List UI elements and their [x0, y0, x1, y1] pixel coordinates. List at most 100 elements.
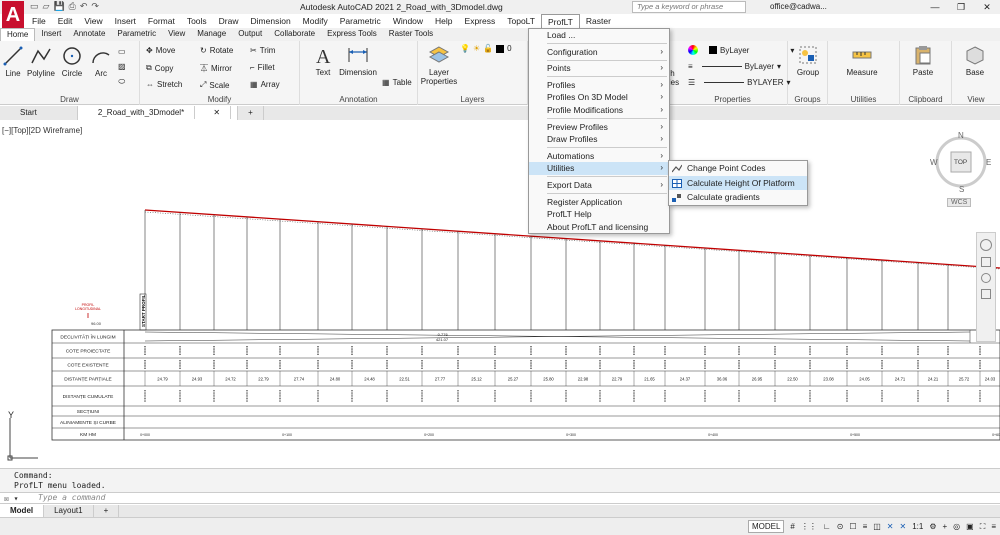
clean-screen-icon[interactable]: ⛶: [980, 522, 986, 532]
view-panel-title[interactable]: View: [952, 95, 1000, 104]
maximize-button[interactable]: ❐: [948, 0, 974, 14]
circle-button[interactable]: Circle: [60, 45, 84, 78]
lineweight-dropdown[interactable]: ≡ ByLayer ▾: [688, 62, 781, 71]
tab-collaborate[interactable]: Collaborate: [268, 28, 321, 41]
proflt-menu-item-about-proflt-and-licensing[interactable]: About ProfLT and licensing: [529, 221, 669, 234]
lineweight-toggle-icon[interactable]: ≡: [863, 522, 868, 531]
layer-properties-button[interactable]: Layer Properties: [420, 44, 458, 86]
color-dropdown[interactable]: ByLayer ▾: [688, 45, 794, 55]
tab-annotate[interactable]: Annotate: [67, 28, 111, 41]
polar-icon[interactable]: ⊙: [837, 522, 844, 531]
drawing-canvas[interactable]: START PROFILPROFILLONGITUDINAL96.00DECLI…: [0, 120, 1000, 465]
hardware-accel-icon[interactable]: ▣: [966, 522, 974, 531]
steering-wheel-icon[interactable]: [980, 239, 992, 251]
transparency-icon[interactable]: ◫: [873, 522, 881, 531]
groups-panel-title[interactable]: Groups: [788, 95, 827, 104]
line-button[interactable]: Line: [2, 45, 24, 78]
proflt-menu-item-load[interactable]: Load ...: [529, 29, 669, 42]
proflt-menu-item-utilities[interactable]: Utilities ›: [529, 162, 669, 175]
file-tab-drawing[interactable]: 2_Road_with_3Dmodel* ✕: [77, 106, 239, 120]
command-input[interactable]: Type a command: [38, 493, 105, 502]
menu-help[interactable]: Help: [429, 14, 458, 28]
plot-icon[interactable]: ⎙: [69, 1, 76, 12]
zoom-icon[interactable]: [981, 273, 991, 283]
array-button[interactable]: ▦ Array: [250, 80, 280, 89]
plus-icon[interactable]: +: [943, 522, 948, 531]
close-button[interactable]: ✕: [974, 0, 1000, 14]
gear-icon[interactable]: ⚙: [929, 522, 936, 531]
utilities-item-calculate-height-of-platform[interactable]: Calculate Height Of Platform: [669, 175, 807, 190]
utilities-panel-title[interactable]: Utilities: [828, 95, 899, 104]
search-input[interactable]: Type a keyword or phrase: [632, 1, 746, 13]
modify-panel-title[interactable]: Modify: [140, 95, 299, 104]
viewcube-east[interactable]: E: [986, 158, 991, 167]
proflt-menu-item-proflt-help[interactable]: ProfLT Help: [529, 208, 669, 221]
scale-button[interactable]: ⤢ Scale: [200, 80, 229, 90]
proflt-menu-item-preview-profiles[interactable]: Preview Profiles ›: [529, 121, 669, 134]
viewcube-south[interactable]: S: [959, 185, 964, 194]
polyline-button[interactable]: Polyline: [26, 45, 56, 78]
proflt-menu-item-profiles[interactable]: Profiles ›: [529, 79, 669, 92]
tab-output[interactable]: Output: [232, 28, 268, 41]
isolate-icon[interactable]: ◎: [953, 522, 960, 531]
proflt-menu-item-profiles-on-3d-model[interactable]: Profiles On 3D Model ›: [529, 91, 669, 104]
command-customize-icon[interactable]: ☒ ▾: [4, 494, 18, 504]
tab-insert[interactable]: Insert: [35, 28, 67, 41]
tab-express-tools[interactable]: Express Tools: [321, 28, 383, 41]
annotation-panel-title[interactable]: Annotation: [300, 95, 417, 104]
proflt-menu-item-draw-profiles[interactable]: Draw Profiles ›: [529, 133, 669, 146]
ortho-icon[interactable]: ∟: [823, 522, 831, 531]
rotate-button[interactable]: ↻ Rotate: [200, 46, 233, 55]
proflt-menu-item-automations[interactable]: Automations ›: [529, 150, 669, 163]
menu-parametric[interactable]: Parametric: [334, 14, 387, 28]
viewcube-north[interactable]: N: [958, 131, 964, 140]
tab-raster-tools[interactable]: Raster Tools: [383, 28, 439, 41]
snap-icon[interactable]: ⋮⋮: [801, 522, 817, 531]
orbit-icon[interactable]: [981, 289, 991, 299]
grid-icon[interactable]: #: [790, 522, 794, 531]
hatch-icon[interactable]: ▨: [118, 62, 126, 71]
menu-proflt[interactable]: ProfLT: [540, 14, 580, 28]
menu-insert[interactable]: Insert: [109, 14, 142, 28]
new-icon[interactable]: ▭: [30, 1, 39, 12]
text-button[interactable]: A Text: [312, 44, 334, 77]
model-space-button[interactable]: MODEL: [747, 520, 785, 533]
clipboard-panel-title[interactable]: Clipboard: [900, 95, 951, 104]
annotation-scale-icon[interactable]: ✕: [887, 522, 894, 531]
menu-express[interactable]: Express: [459, 14, 502, 28]
ellipse-icon[interactable]: ⬭: [118, 77, 125, 87]
navigation-bar[interactable]: [976, 232, 996, 342]
viewport-controls[interactable]: [−][Top][2D Wireframe]: [2, 126, 82, 135]
utilities-item-change-point-codes[interactable]: Change Point Codes: [669, 161, 807, 176]
stretch-button[interactable]: ⇔ Stretch: [146, 80, 182, 89]
layers-panel-title[interactable]: Layers: [418, 95, 527, 104]
menu-modify[interactable]: Modify: [297, 14, 334, 28]
proflt-menu-item-export-data[interactable]: Export Data ›: [529, 179, 669, 192]
proflt-menu-item-points[interactable]: Points ›: [529, 62, 669, 75]
tab-view[interactable]: View: [162, 28, 191, 41]
menu-raster[interactable]: Raster: [580, 14, 617, 28]
viewcube-west[interactable]: W: [930, 158, 938, 167]
base-button[interactable]: Base: [960, 44, 990, 77]
properties-panel-title[interactable]: Properties: [678, 95, 787, 104]
linetype-dropdown[interactable]: ☰ BYLAYER ▾: [688, 78, 791, 87]
annotation-scale-value[interactable]: 1:1: [912, 522, 923, 531]
pan-icon[interactable]: [981, 257, 991, 267]
minimize-button[interactable]: —: [922, 0, 948, 14]
menu-format[interactable]: Format: [142, 14, 181, 28]
viewcube-top-face[interactable]: TOP: [954, 159, 967, 166]
osnap-icon[interactable]: ☐: [849, 522, 856, 531]
copy-button[interactable]: ⧉ Copy: [146, 63, 173, 73]
move-button[interactable]: ✥ Move: [146, 46, 175, 55]
undo-icon[interactable]: ↶: [80, 1, 88, 12]
new-layout-button[interactable]: +: [94, 505, 120, 517]
proflt-menu-item-configuration[interactable]: Configuration ›: [529, 46, 669, 59]
tab-home[interactable]: Home: [0, 28, 36, 41]
menu-dimension[interactable]: Dimension: [245, 14, 297, 28]
viewcube[interactable]: N S E W TOP WCS: [930, 130, 992, 210]
draw-panel-title[interactable]: Draw: [0, 95, 139, 104]
paste-button[interactable]: Paste: [908, 44, 938, 77]
group-button[interactable]: Group: [793, 44, 823, 77]
fillet-button[interactable]: ⌐ Fillet: [250, 63, 275, 72]
menu-view[interactable]: View: [78, 14, 108, 28]
